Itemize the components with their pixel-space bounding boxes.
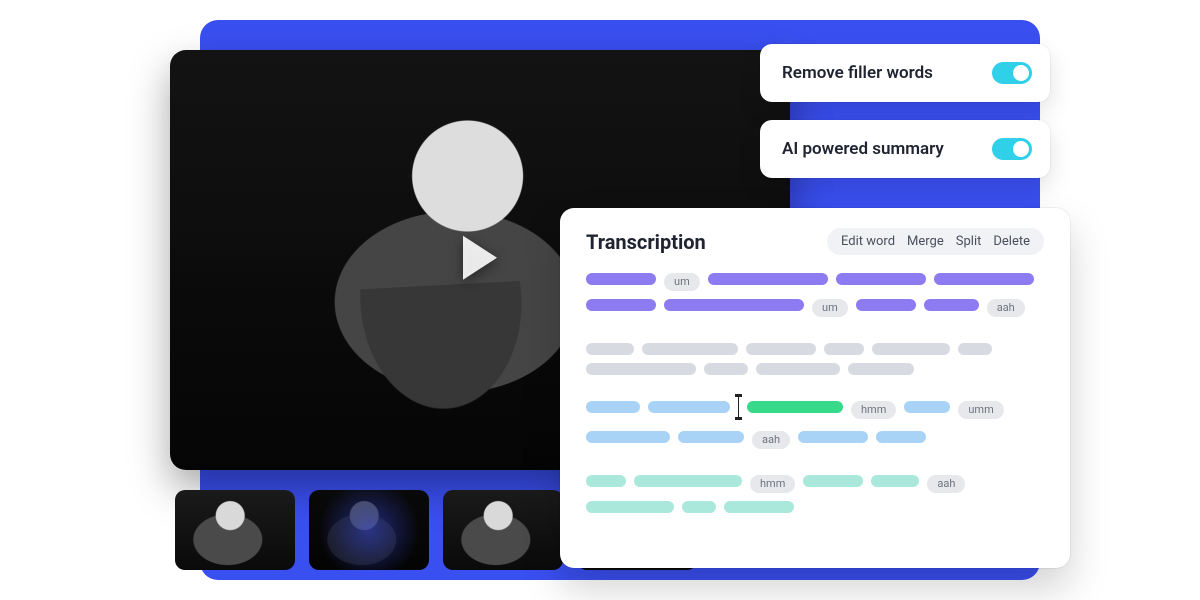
- word-bar[interactable]: [904, 401, 950, 413]
- word-bar[interactable]: [586, 401, 640, 413]
- action-delete[interactable]: Delete: [993, 234, 1030, 249]
- transcript-paragraph: hmm aah: [586, 475, 1044, 513]
- word-bar[interactable]: [746, 343, 816, 355]
- action-edit-word[interactable]: Edit word: [841, 234, 895, 249]
- word-bar[interactable]: [958, 343, 992, 355]
- text-cursor-icon: [738, 396, 739, 418]
- word-bar[interactable]: [708, 273, 828, 285]
- word-bar[interactable]: [634, 475, 742, 487]
- play-icon[interactable]: [463, 236, 497, 280]
- word-bar[interactable]: [756, 363, 840, 375]
- word-bar[interactable]: [856, 299, 916, 311]
- option-remove-fillers: Remove filler words: [760, 44, 1050, 102]
- transcript-paragraph: hmm umm aah: [586, 401, 1044, 449]
- filler-word[interactable]: umm: [958, 401, 1003, 419]
- word-bar[interactable]: [872, 343, 950, 355]
- word-bar[interactable]: [924, 299, 979, 311]
- word-bar[interactable]: [586, 273, 656, 285]
- filler-word[interactable]: aah: [987, 299, 1025, 317]
- word-bar[interactable]: [848, 363, 914, 375]
- transcription-panel: Transcription Edit word Merge Split Dele…: [560, 208, 1070, 568]
- word-bar[interactable]: [642, 343, 738, 355]
- option-label: AI powered summary: [782, 139, 944, 159]
- word-bar[interactable]: [747, 401, 843, 413]
- filler-word[interactable]: hmm: [750, 475, 795, 493]
- timeline-thumbnail[interactable]: [443, 490, 563, 570]
- transcript-paragraph: um um aah: [586, 273, 1044, 317]
- toggle-ai-summary[interactable]: [992, 138, 1032, 160]
- transcript-paragraph: [586, 343, 1044, 375]
- word-bar[interactable]: [678, 431, 744, 443]
- thumbnail-image: [443, 490, 563, 570]
- word-bar[interactable]: [836, 273, 926, 285]
- app-stage: Remove filler words AI powered summary T…: [0, 0, 1200, 600]
- word-bar[interactable]: [803, 475, 863, 487]
- thumbnail-image: [309, 490, 429, 570]
- word-bar[interactable]: [724, 501, 794, 513]
- word-bar[interactable]: [664, 299, 804, 311]
- thumbnail-image: [175, 490, 295, 570]
- word-bar[interactable]: [586, 363, 696, 375]
- transcription-header: Transcription Edit word Merge Split Dele…: [586, 228, 1044, 255]
- word-bar[interactable]: [704, 363, 748, 375]
- filler-word[interactable]: um: [664, 273, 700, 291]
- word-bar[interactable]: [682, 501, 716, 513]
- timeline-thumbnail[interactable]: [175, 490, 295, 570]
- timeline-thumbnail[interactable]: [309, 490, 429, 570]
- transcription-body: um um aah hmm umm aah hmm aah: [586, 273, 1044, 513]
- option-label: Remove filler words: [782, 63, 933, 83]
- toggle-remove-fillers[interactable]: [992, 62, 1032, 84]
- filler-word[interactable]: um: [812, 299, 848, 317]
- option-ai-summary: AI powered summary: [760, 120, 1050, 178]
- filler-word[interactable]: aah: [752, 431, 790, 449]
- word-bar[interactable]: [934, 273, 1034, 285]
- action-merge[interactable]: Merge: [907, 234, 944, 249]
- transcription-title: Transcription: [586, 230, 706, 254]
- filler-word[interactable]: aah: [927, 475, 965, 493]
- transcription-actions: Edit word Merge Split Delete: [827, 228, 1044, 255]
- word-bar[interactable]: [798, 431, 868, 443]
- word-bar[interactable]: [871, 475, 919, 487]
- word-bar[interactable]: [586, 475, 626, 487]
- word-bar[interactable]: [586, 501, 674, 513]
- word-bar[interactable]: [586, 343, 634, 355]
- word-bar[interactable]: [648, 401, 730, 413]
- word-bar[interactable]: [876, 431, 926, 443]
- action-split[interactable]: Split: [956, 234, 982, 249]
- word-bar[interactable]: [586, 299, 656, 311]
- word-bar[interactable]: [586, 431, 670, 443]
- word-bar[interactable]: [824, 343, 864, 355]
- filler-word[interactable]: hmm: [851, 401, 896, 419]
